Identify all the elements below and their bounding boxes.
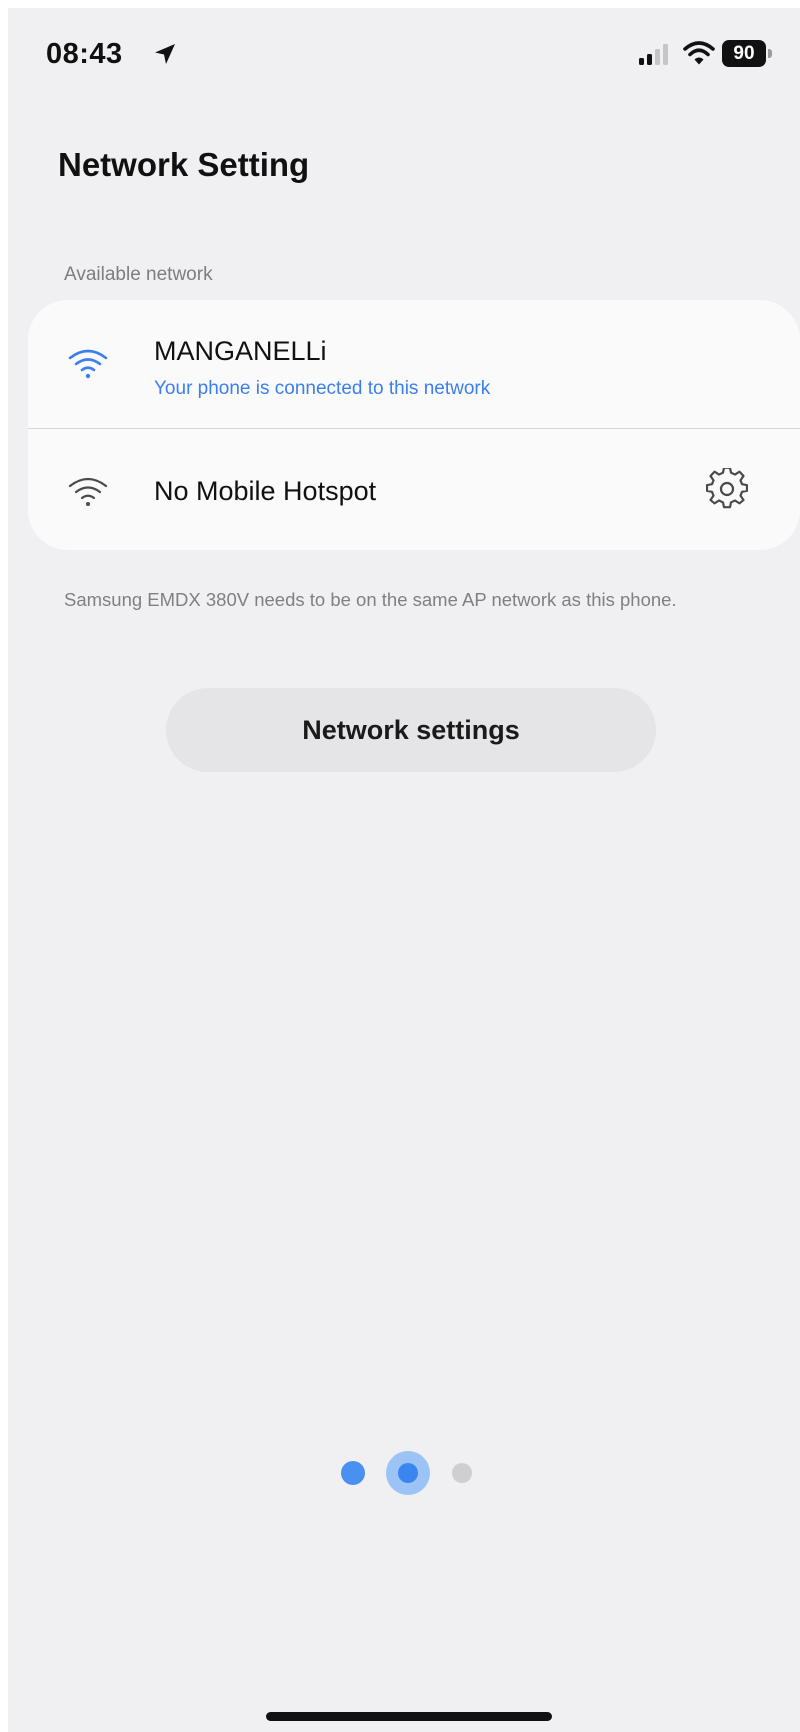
home-indicator[interactable] — [266, 1712, 552, 1721]
network-list: MANGANELLi Your phone is connected to th… — [28, 300, 800, 550]
info-text: Samsung EMDX 380V needs to be on the sam… — [64, 589, 677, 610]
network-status: Your phone is connected to this network — [154, 378, 491, 399]
network-name: MANGANELLi — [154, 336, 327, 366]
gear-icon[interactable] — [706, 468, 748, 510]
page-title: Network Setting — [58, 146, 310, 183]
status-bar: 08:43 90 — [8, 8, 800, 98]
network-item-no-mobile-hotspot[interactable]: No Mobile Hotspot — [28, 428, 800, 550]
page-dot-1[interactable] — [341, 1461, 365, 1485]
cellular-signal-icon — [639, 44, 668, 65]
wifi-icon — [68, 477, 108, 506]
battery-icon: 90 — [722, 40, 772, 67]
network-setting-screen: 08:43 90 Network Setting Available netwo… — [8, 8, 800, 1732]
page-dot-2[interactable] — [398, 1463, 418, 1483]
network-name: No Mobile Hotspot — [154, 476, 377, 506]
page-dot-3[interactable] — [452, 1463, 472, 1483]
network-item-manganelli[interactable]: MANGANELLi Your phone is connected to th… — [28, 300, 800, 428]
available-network-label: Available network — [64, 264, 213, 285]
status-time: 08:43 — [46, 38, 123, 70]
wifi-icon — [68, 349, 108, 379]
battery-level: 90 — [722, 40, 766, 67]
wifi-icon — [683, 41, 715, 65]
location-arrow-icon — [155, 44, 175, 64]
page-indicator — [8, 1448, 800, 1498]
network-settings-button[interactable]: Network settings — [166, 688, 656, 772]
